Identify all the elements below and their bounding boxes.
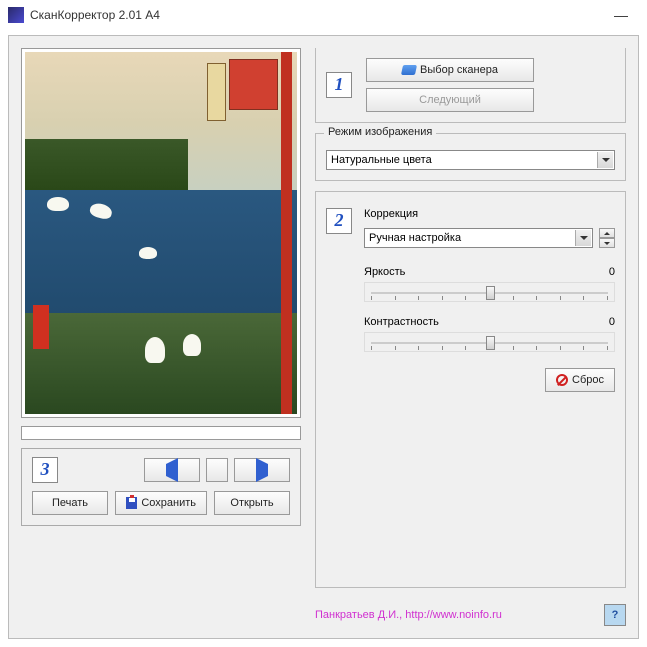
help-button[interactable]: ? xyxy=(604,604,626,626)
right-column: 1 Выбор сканера Следующий Режим изображе… xyxy=(315,48,626,626)
image-mode-group: Режим изображения Натуральные цвета xyxy=(315,133,626,181)
brightness-label: Яркость xyxy=(364,266,405,278)
save-button-label: Сохранить xyxy=(141,497,196,509)
select-scanner-button[interactable]: Выбор сканера xyxy=(366,58,534,82)
save-button[interactable]: Сохранить xyxy=(115,491,207,515)
image-mode-value: Натуральные цвета xyxy=(331,154,432,166)
save-icon xyxy=(126,497,137,509)
step-1-badge: 1 xyxy=(326,72,352,98)
correction-title: Коррекция xyxy=(364,208,615,220)
spin-down-button[interactable] xyxy=(599,238,615,248)
reset-label: Сброс xyxy=(572,374,604,386)
open-button[interactable]: Открыть xyxy=(214,491,290,515)
step-3-panel: 3 Печать Сохранить Открыть xyxy=(21,448,301,526)
correction-mode-value: Ручная настройка xyxy=(369,232,461,244)
contrast-slider[interactable] xyxy=(364,332,615,352)
image-mode-label: Режим изображения xyxy=(324,126,436,138)
reset-button[interactable]: Сброс xyxy=(545,368,615,392)
minimize-button[interactable]: — xyxy=(607,5,635,25)
preview-image xyxy=(25,52,297,414)
window-controls: — xyxy=(607,5,639,25)
correction-mode-select[interactable]: Ручная настройка xyxy=(364,228,593,248)
next-page-button[interactable] xyxy=(234,458,290,482)
prev-page-button[interactable] xyxy=(144,458,200,482)
step-3-badge: 3 xyxy=(32,457,58,483)
next-button[interactable]: Следующий xyxy=(366,88,534,112)
brightness-row: Яркость 0 xyxy=(364,266,615,302)
contrast-thumb[interactable] xyxy=(486,336,495,350)
contrast-row: Контрастность 0 xyxy=(364,316,615,352)
footer: Панкратьев Д.И., http://www.noinfo.ru ? xyxy=(315,598,626,626)
correction-spinner[interactable] xyxy=(599,228,615,248)
titlebar: СканКорректор 2.01 А4 — xyxy=(0,0,647,30)
scanner-icon xyxy=(401,65,417,75)
scan-preview xyxy=(21,48,301,418)
content-area: 3 Печать Сохранить Открыть xyxy=(8,35,639,639)
window-title: СканКорректор 2.01 А4 xyxy=(30,8,607,22)
reset-icon xyxy=(556,374,568,386)
step-1-panel: 1 Выбор сканера Следующий xyxy=(315,48,626,123)
app-icon xyxy=(8,7,24,23)
step-2-panel: 2 Коррекция Ручная настройка xyxy=(315,191,626,588)
contrast-value: 0 xyxy=(609,316,615,328)
dropdown-arrow-icon xyxy=(597,152,613,168)
arrow-right-icon xyxy=(256,464,268,476)
progress-bar xyxy=(21,426,301,440)
credit-link[interactable]: Панкратьев Д.И., http://www.noinfo.ru xyxy=(315,609,502,621)
brightness-slider[interactable] xyxy=(364,282,615,302)
arrow-left-icon xyxy=(166,464,178,476)
step-2-badge: 2 xyxy=(326,208,352,234)
app-window: СканКорректор 2.01 А4 — 3 xyxy=(0,0,647,647)
page-placeholder[interactable] xyxy=(206,458,228,482)
brightness-thumb[interactable] xyxy=(486,286,495,300)
select-scanner-label: Выбор сканера xyxy=(420,64,498,76)
left-column: 3 Печать Сохранить Открыть xyxy=(21,48,301,626)
brightness-value: 0 xyxy=(609,266,615,278)
print-button[interactable]: Печать xyxy=(32,491,108,515)
contrast-label: Контрастность xyxy=(364,316,439,328)
dropdown-arrow-icon xyxy=(575,230,591,246)
spin-up-button[interactable] xyxy=(599,228,615,238)
image-mode-select[interactable]: Натуральные цвета xyxy=(326,150,615,170)
